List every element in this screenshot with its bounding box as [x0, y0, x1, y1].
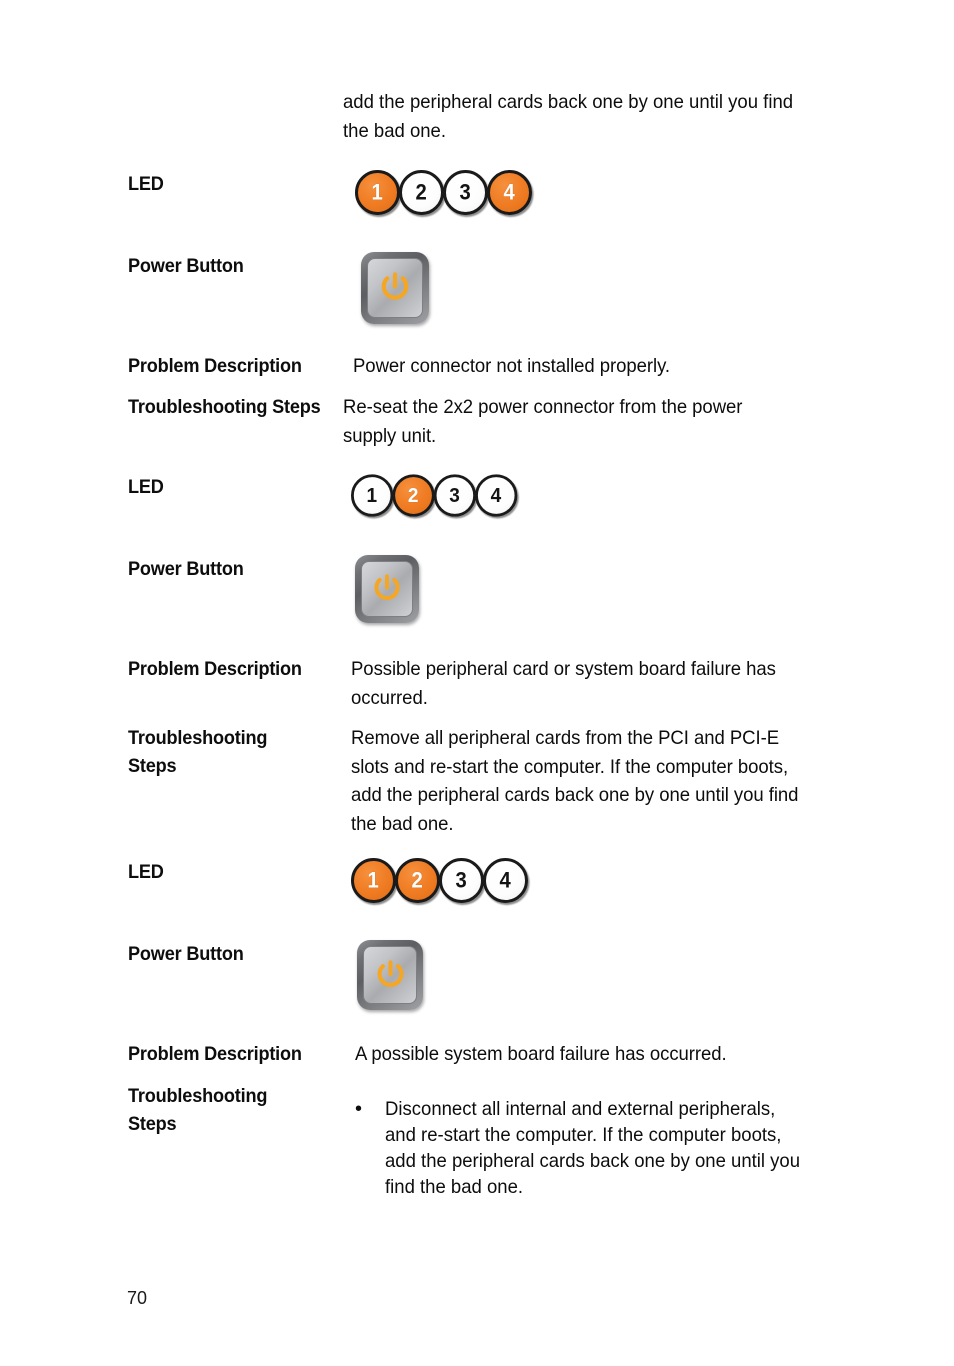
led-indicator-icon: 3	[443, 170, 488, 215]
troubleshooting-label-1: Troubleshooting Steps	[128, 396, 321, 418]
list-item: • Disconnect all internal and external p…	[351, 1096, 911, 1200]
led-indicator-icon: 3	[433, 474, 477, 517]
led-number: 3	[449, 482, 461, 507]
led-label-1: LED	[128, 173, 164, 195]
power-button-face	[363, 946, 417, 1004]
power-button-face	[361, 561, 413, 617]
led-number: 2	[411, 867, 424, 892]
troubleshooting-row-1: Troubleshooting Steps Re-seat the 2x2 po…	[128, 393, 888, 450]
power-button-icon	[355, 555, 419, 623]
troubleshooting-text-2: Remove all peripheral cards from the PCI…	[351, 727, 799, 835]
led-indicator-icon: 1	[355, 170, 400, 215]
power-button-icon	[357, 940, 423, 1010]
led-indicator-group-1: 1 2 3 4	[355, 170, 532, 215]
led-number: 2	[415, 179, 428, 204]
led-number: 3	[455, 867, 468, 892]
troubleshooting-text-1: Re-seat the 2x2 power connector from the…	[343, 396, 743, 447]
led-indicator-icon: 2	[392, 474, 435, 517]
troubleshooting-row-3: Troubleshooting Steps • Disconnect all i…	[128, 1082, 911, 1200]
problem-description-label-3: Problem Description	[128, 1043, 302, 1065]
led-row-3: LED 1 2 3 4	[128, 858, 528, 903]
power-button-row-2: Power Button	[128, 555, 419, 623]
problem-description-text-1: Power connector not installed properly.	[353, 355, 671, 377]
led-label-3: LED	[128, 861, 164, 883]
led-number: 1	[366, 482, 378, 507]
led-indicator-icon: 4	[483, 858, 528, 903]
bullet-dot-icon: •	[355, 1098, 363, 1120]
problem-description-label-1: Problem Description	[128, 355, 302, 377]
led-number: 1	[367, 867, 380, 892]
power-button-row-1: Power Button	[128, 252, 429, 324]
power-button-icon	[361, 252, 429, 324]
power-button-label-2: Power Button	[128, 558, 244, 580]
problem-description-label-2: Problem Description	[128, 658, 302, 680]
led-number: 3	[459, 179, 472, 204]
troubleshooting-row-2: Troubleshooting Steps Remove all periphe…	[128, 724, 911, 838]
continuation-paragraph: add the peripheral cards back one by one…	[343, 91, 794, 142]
problem-description-text-2: Possible peripheral card or system board…	[351, 658, 776, 709]
troubleshooting-list-3: • Disconnect all internal and external p…	[351, 1082, 911, 1200]
problem-description-row-1: Problem Description Power connector not …	[128, 352, 898, 381]
document-page: add the peripheral cards back one by one…	[0, 0, 954, 1366]
list-item-text: Disconnect all internal and external per…	[385, 1098, 801, 1198]
problem-description-row-3: Problem Description A possible system bo…	[128, 1040, 900, 1069]
led-indicator-group-3: 1 2 3 4	[351, 858, 528, 903]
power-button-face	[367, 258, 423, 318]
led-row-1: LED 1 2 3 4	[128, 170, 532, 215]
troubleshooting-label-2: Troubleshooting Steps	[128, 727, 268, 777]
led-indicator-icon: 2	[399, 170, 444, 215]
led-number: 4	[499, 867, 512, 892]
led-indicator-icon: 2	[395, 858, 440, 903]
led-number: 2	[408, 482, 419, 507]
power-button-label-3: Power Button	[128, 943, 244, 965]
problem-description-row-2: Problem Description Possible peripheral …	[128, 655, 896, 712]
led-number: 4	[503, 179, 516, 204]
led-indicator-icon: 4	[475, 474, 518, 517]
led-indicator-icon: 1	[351, 858, 396, 903]
led-indicator-group-2: 1 2 3 4	[351, 474, 518, 517]
led-number: 4	[490, 482, 502, 507]
led-label-2: LED	[128, 476, 164, 498]
page-number: 70	[127, 1288, 148, 1308]
troubleshooting-label-3: Troubleshooting Steps	[128, 1085, 268, 1135]
led-indicator-icon: 1	[351, 474, 394, 517]
problem-description-text-3: A possible system board failure has occu…	[355, 1043, 727, 1065]
power-button-label-1: Power Button	[128, 255, 244, 277]
led-indicator-icon: 4	[487, 170, 532, 215]
led-number: 1	[371, 179, 384, 204]
led-indicator-icon: 3	[439, 858, 484, 903]
led-row-2: LED 1 2 3 4	[128, 473, 527, 518]
power-button-row-3: Power Button	[128, 940, 423, 1010]
